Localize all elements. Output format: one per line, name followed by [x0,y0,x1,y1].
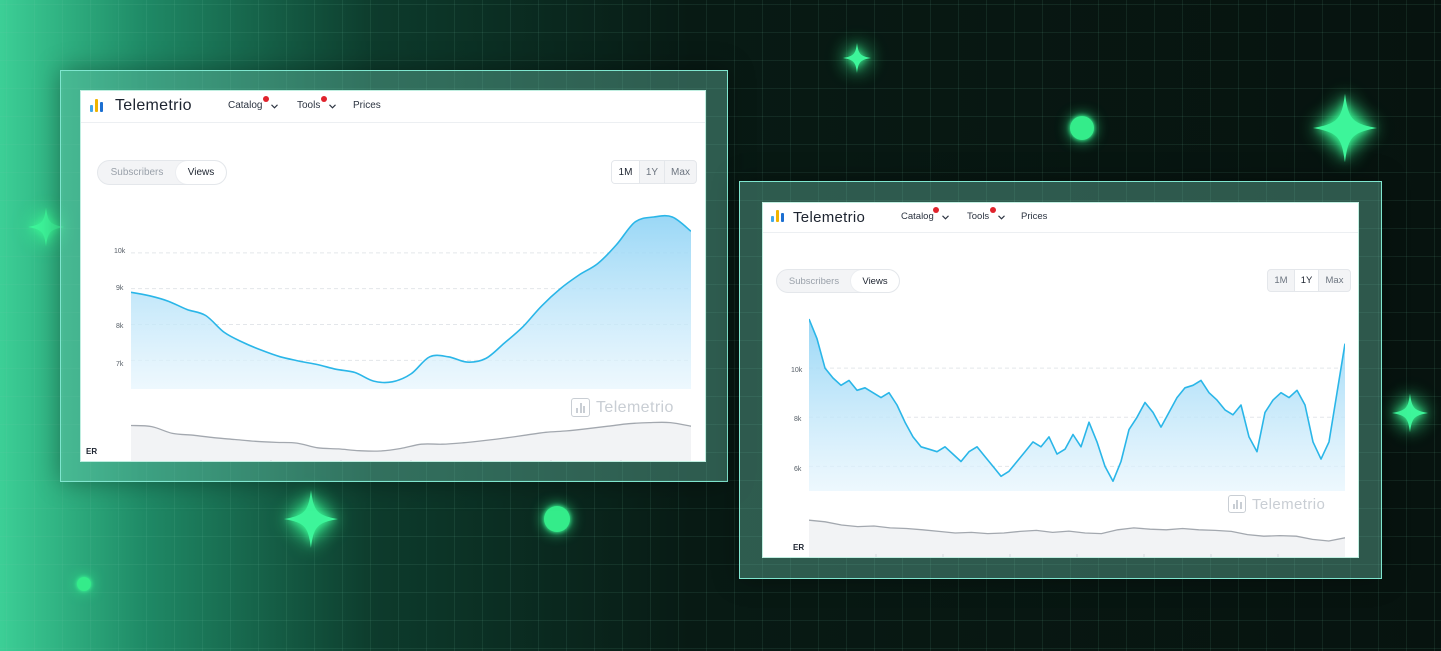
telemetrio-card-1m: Telemetrio Catalog Tools Prices Subscrib… [80,90,706,462]
views-area-chart [809,318,1345,491]
nav-tools[interactable]: Tools [967,207,1005,222]
tab-views[interactable]: Views [851,270,899,292]
top-nav-bar: Telemetrio Catalog Tools Prices [81,91,705,123]
er-label: ER [793,543,805,552]
y-tick-label: 8k [116,323,124,330]
notification-dot [321,96,327,102]
glow-dot [77,577,91,591]
range-1y[interactable]: 1Y [1294,270,1318,291]
sparkle-icon [843,43,871,73]
chevron-down-icon [998,215,1005,220]
tab-subscribers[interactable]: Subscribers [98,161,176,184]
range-1y[interactable]: 1Y [639,161,664,183]
nav-prices[interactable]: Prices [1021,211,1047,222]
sparkle-icon [28,205,64,249]
views-area-chart [131,214,691,389]
er-line-chart [131,421,691,461]
views-area-fill [809,319,1345,491]
y-tick-label: 8k [794,416,802,423]
logo-bars-icon [90,99,103,112]
brand-name[interactable]: Telemetrio [793,209,865,226]
chevron-down-icon [271,104,278,109]
glow-dot [1070,116,1094,140]
logo-bars-icon [771,210,784,222]
views-area-fill [131,215,691,389]
nav-prices[interactable]: Prices [353,100,381,111]
telemetrio-card-1y: Telemetrio Catalog Tools Prices Subscrib… [762,202,1359,558]
er-label: ER [86,447,98,456]
tab-views[interactable]: Views [176,161,226,184]
y-tick-label: 9k [116,285,124,292]
er-area-fill [809,520,1345,557]
range-1m[interactable]: 1M [1268,270,1294,291]
y-tick-label: 7k [116,361,124,368]
range-toggle: 1M 1Y Max [611,160,697,184]
notification-dot [990,207,996,213]
er-line-chart [809,519,1345,557]
range-toggle: 1M 1Y Max [1267,269,1351,292]
range-max[interactable]: Max [1318,270,1350,291]
nav-catalog[interactable]: Catalog [901,207,949,222]
nav-tools[interactable]: Tools [297,96,336,111]
range-max[interactable]: Max [664,161,696,183]
y-tick-label: 10k [791,367,803,374]
range-1m[interactable]: 1M [612,161,639,183]
chevron-down-icon [942,215,949,220]
glow-dot [544,506,570,532]
brand-name[interactable]: Telemetrio [115,97,192,115]
sparkle-icon [1392,390,1428,436]
top-nav-bar: Telemetrio Catalog Tools Prices [763,203,1358,233]
y-tick-label: 10k [114,248,126,255]
nav-catalog[interactable]: Catalog [228,96,278,111]
notification-dot [933,207,939,213]
tab-subscribers[interactable]: Subscribers [777,270,851,292]
y-tick-label: 6k [794,466,802,473]
chevron-down-icon [329,104,336,109]
metric-toggle: Subscribers Views [776,269,900,293]
notification-dot [263,96,269,102]
sparkle-icon [284,486,338,552]
er-area-fill [131,422,691,461]
metric-toggle: Subscribers Views [97,160,227,185]
sparkle-icon [1313,88,1377,168]
